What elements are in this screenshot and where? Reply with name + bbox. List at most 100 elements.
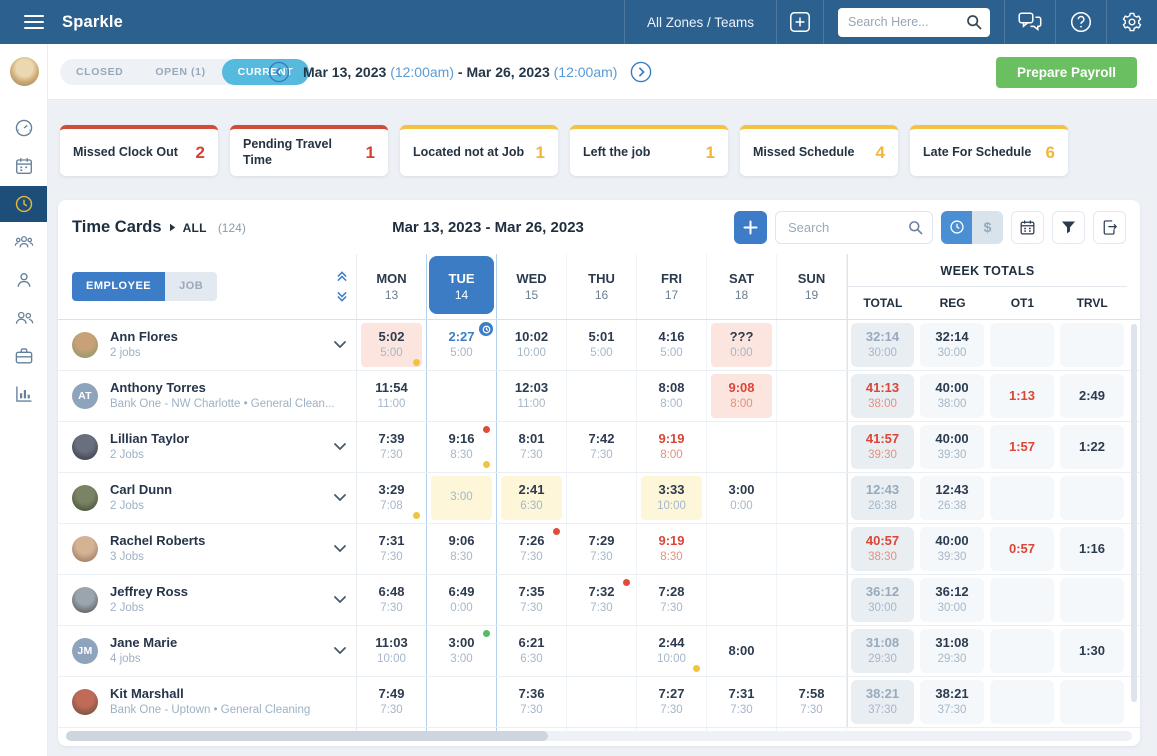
timecell-thu[interactable] — [567, 473, 637, 523]
timecell-mon[interactable]: 11:5411:00 — [357, 371, 427, 421]
alert-card-located-not-at-job[interactable]: Located not at Job1 — [400, 125, 558, 176]
time-money-toggle[interactable]: $ — [941, 211, 1003, 244]
timecell-sun[interactable] — [777, 422, 847, 472]
help-icon[interactable] — [1056, 0, 1106, 44]
timecell-tue[interactable]: 6:490:00 — [427, 575, 497, 625]
scope-selector[interactable]: ALL — [183, 221, 207, 235]
expand-chevron-icon[interactable] — [334, 341, 346, 348]
timecell-sat[interactable] — [707, 422, 777, 472]
timecell-sun[interactable] — [777, 575, 847, 625]
timecell-sun[interactable] — [777, 473, 847, 523]
timecell-sun[interactable]: 7:587:30 — [777, 677, 847, 727]
timecell-wed[interactable]: 2:416:30 — [497, 473, 567, 523]
timecell-tue[interactable]: 9:168:30 — [427, 422, 497, 472]
timecell-sun[interactable] — [777, 320, 847, 370]
expand-chevron-icon[interactable] — [334, 443, 346, 450]
day-header-sat[interactable]: SAT18 — [707, 254, 777, 319]
timecell-wed[interactable]: 7:267:30 — [497, 524, 567, 574]
timecell-sat[interactable] — [707, 524, 777, 574]
day-header-thu[interactable]: THU16 — [567, 254, 637, 319]
sidebar-item-team-icon[interactable] — [0, 224, 47, 260]
timecell-sat[interactable]: 7:317:30 — [707, 677, 777, 727]
expand-chevron-icon[interactable] — [334, 647, 346, 654]
zones-teams-selector[interactable]: All Zones / Teams — [625, 0, 776, 44]
alert-card-missed-clock-out[interactable]: Missed Clock Out2 — [60, 125, 218, 176]
sidebar-item-briefcase-icon[interactable] — [0, 338, 47, 374]
timecell-fri[interactable]: 7:287:30 — [637, 575, 707, 625]
messages-icon[interactable] — [1005, 0, 1055, 44]
timecell-sun[interactable] — [777, 626, 847, 676]
sidebar-item-dashboard-icon[interactable] — [0, 110, 47, 146]
sidebar-item-calendar-icon[interactable] — [0, 148, 47, 184]
timecell-wed[interactable]: 7:367:30 — [497, 677, 567, 727]
timecell-tue[interactable] — [427, 677, 497, 727]
collapse-all-icon[interactable] — [336, 271, 348, 282]
timecell-tue[interactable] — [427, 371, 497, 421]
timecards-search-input[interactable] — [788, 220, 908, 235]
money-mode-icon[interactable]: $ — [972, 211, 1003, 244]
timecell-sun[interactable] — [777, 371, 847, 421]
day-header-sun[interactable]: SUN19 — [777, 254, 847, 319]
timecell-mon[interactable]: 7:497:30 — [357, 677, 427, 727]
alert-card-late-for-schedule[interactable]: Late For Schedule6 — [910, 125, 1068, 176]
expand-all-icon[interactable] — [336, 291, 348, 302]
timecell-fri[interactable]: 7:277:30 — [637, 677, 707, 727]
timecell-mon[interactable]: 6:487:30 — [357, 575, 427, 625]
timecell-thu[interactable]: 5:015:00 — [567, 320, 637, 370]
day-header-wed[interactable]: WED15 — [497, 254, 567, 319]
sidebar-item-chart-icon[interactable] — [0, 376, 47, 412]
user-avatar[interactable] — [10, 57, 39, 86]
timecards-search[interactable] — [775, 211, 933, 244]
sidebar-item-clock-icon[interactable] — [0, 186, 47, 222]
sidebar-item-person-icon[interactable] — [0, 262, 47, 298]
calendar-view-button[interactable] — [1011, 211, 1044, 244]
export-button[interactable] — [1093, 211, 1126, 244]
day-header-fri[interactable]: FRI17 — [637, 254, 707, 319]
prepare-payroll-button[interactable]: Prepare Payroll — [996, 57, 1137, 88]
timecell-fri[interactable]: 4:165:00 — [637, 320, 707, 370]
timecell-sun[interactable] — [777, 524, 847, 574]
horizontal-scrollbar-thumb[interactable] — [66, 731, 548, 741]
timecell-thu[interactable] — [567, 626, 637, 676]
timecell-tue[interactable]: 2:275:00 — [427, 320, 497, 370]
timecell-wed[interactable]: 10:0210:00 — [497, 320, 567, 370]
timecell-wed[interactable]: 7:357:30 — [497, 575, 567, 625]
next-period-icon[interactable] — [630, 61, 652, 83]
timecell-fri[interactable]: 9:198:30 — [637, 524, 707, 574]
timecell-thu[interactable] — [567, 371, 637, 421]
alert-card-pending-travel-time[interactable]: Pending Travel Time1 — [230, 125, 388, 176]
timecell-mon[interactable]: 11:0310:00 — [357, 626, 427, 676]
global-search-input[interactable] — [848, 15, 966, 29]
timecell-thu[interactable]: 7:427:30 — [567, 422, 637, 472]
expand-chevron-icon[interactable] — [334, 596, 346, 603]
timecell-tue[interactable]: 9:068:30 — [427, 524, 497, 574]
timecell-fri[interactable]: 3:3310:00 — [637, 473, 707, 523]
filter-button[interactable] — [1052, 211, 1085, 244]
toggle-employee[interactable]: EMPLOYEE — [72, 272, 165, 301]
timecell-mon[interactable]: 7:317:30 — [357, 524, 427, 574]
timecell-mon[interactable]: 3:297:08 — [357, 473, 427, 523]
timecell-thu[interactable]: 7:297:30 — [567, 524, 637, 574]
add-timecard-button[interactable] — [734, 211, 767, 244]
hamburger-menu-icon[interactable] — [16, 4, 52, 40]
expand-chevron-icon[interactable] — [334, 494, 346, 501]
toggle-job[interactable]: JOB — [165, 272, 217, 301]
expand-chevron-icon[interactable] — [334, 545, 346, 552]
previous-period-icon[interactable] — [268, 61, 290, 83]
add-button[interactable] — [777, 0, 823, 44]
timecell-mon[interactable]: 5:025:00 — [357, 320, 427, 370]
timecell-tue[interactable]: 3:003:00 — [427, 626, 497, 676]
alert-card-missed-schedule[interactable]: Missed Schedule4 — [740, 125, 898, 176]
timecell-sat[interactable] — [707, 575, 777, 625]
timecell-tue[interactable]: 3:00 — [427, 473, 497, 523]
timecell-wed[interactable]: 12:0311:00 — [497, 371, 567, 421]
timecell-wed[interactable]: 6:216:30 — [497, 626, 567, 676]
timecell-thu[interactable]: 7:327:30 — [567, 575, 637, 625]
timecell-sat[interactable]: ???0:00 — [707, 320, 777, 370]
timecell-wed[interactable]: 8:017:30 — [497, 422, 567, 472]
settings-gear-icon[interactable] — [1107, 0, 1157, 44]
timecell-sat[interactable]: 8:00 — [707, 626, 777, 676]
day-header-tue[interactable]: TUE14 — [427, 254, 497, 319]
tab-closed[interactable]: CLOSED — [60, 59, 139, 85]
global-search[interactable] — [838, 8, 990, 37]
